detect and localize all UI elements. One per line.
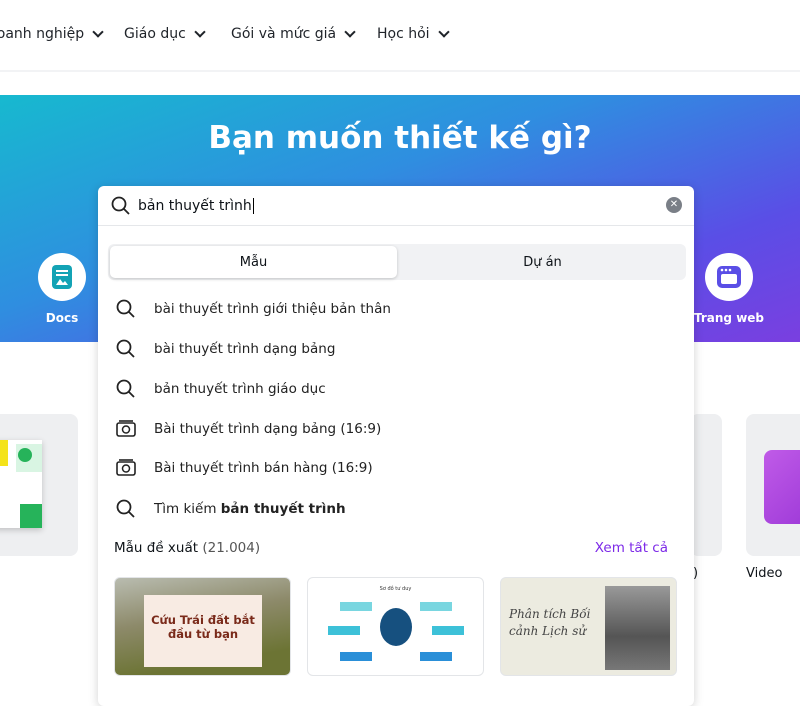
- clear-icon[interactable]: ✕: [666, 197, 682, 213]
- suggestion-text: Bài thuyết trình bán hàng (16:9): [154, 460, 373, 476]
- video-thumbnail: [764, 450, 800, 524]
- template-title: Sơ đồ tư duy: [379, 586, 412, 592]
- category-docs[interactable]: Docs: [27, 253, 97, 325]
- search-all-item[interactable]: Tìm kiếm bản thuyết trình: [114, 494, 674, 524]
- card-thumbnail: [0, 440, 42, 528]
- video-card[interactable]: [746, 414, 800, 556]
- design-card[interactable]: [0, 414, 78, 556]
- search-input[interactable]: bản thuyết trình: [98, 186, 694, 226]
- chevron-down-icon: [194, 26, 206, 38]
- category-label: Trang web: [694, 311, 765, 325]
- suggested-heading: Mẫu đề xuất (21.004): [114, 540, 260, 556]
- suggestion-item[interactable]: Bài thuyết trình dạng bảng (16:9): [114, 414, 674, 444]
- suggested-label: Mẫu đề xuất: [114, 540, 199, 556]
- category-label: Docs: [45, 311, 79, 325]
- page-title: Bạn muốn thiết kế gì?: [208, 120, 592, 156]
- search-dropdown: bản thuyết trình ✕ Mẫu Dự án bài thuyết …: [98, 186, 694, 706]
- chevron-down-icon: [344, 26, 356, 38]
- nav-learn[interactable]: Học hỏi: [377, 26, 450, 42]
- tab-templates[interactable]: Mẫu: [110, 246, 397, 278]
- search-tabs: Mẫu Dự án: [108, 244, 686, 280]
- nav-business[interactable]: Doanh nghiệp: [0, 26, 104, 42]
- chevron-down-icon: [437, 26, 450, 38]
- suggestion-item[interactable]: Bài thuyết trình bán hàng (16:9): [114, 453, 674, 483]
- search-icon: [111, 196, 130, 215]
- suggestion-text: bài thuyết trình giới thiệu bản thân: [154, 301, 391, 317]
- search-icon: [114, 378, 138, 400]
- chevron-down-icon: [92, 26, 104, 38]
- suggested-count: (21.004): [202, 540, 261, 556]
- template-thumbnail[interactable]: Phân tích Bối cảnh Lịch sử: [500, 577, 677, 676]
- website-icon: [705, 253, 753, 301]
- template-thumbnail[interactable]: Cứu Trái đất bắt đầu từ bạn: [114, 577, 291, 676]
- search-icon: [114, 298, 138, 320]
- nav-label: Gói và mức giá: [231, 26, 337, 42]
- search-icon: [116, 499, 135, 518]
- top-nav: Doanh nghiệp Giáo dục Gói và mức giá Học…: [0, 0, 800, 72]
- nav-label: Học hỏi: [377, 26, 430, 42]
- see-all-link[interactable]: Xem tất cả: [595, 540, 668, 556]
- suggestion-text: bản thuyết trình giáo dục: [154, 381, 326, 397]
- suggestion-item[interactable]: bài thuyết trình giới thiệu bản thân: [114, 294, 674, 324]
- presentation-icon: [114, 457, 138, 479]
- nav-pricing[interactable]: Gói và mức giá: [231, 26, 356, 42]
- search-value[interactable]: bản thuyết trình: [138, 197, 254, 214]
- docs-icon: [38, 253, 86, 301]
- design-card[interactable]: [690, 414, 722, 556]
- suggestion-text: Bài thuyết trình dạng bảng (16:9): [154, 421, 382, 437]
- nav-label: Doanh nghiệp: [0, 26, 85, 42]
- search-all-prefix: Tìm kiếm: [154, 501, 221, 517]
- tab-projects[interactable]: Dự án: [399, 244, 686, 280]
- category-website[interactable]: Trang web: [694, 253, 764, 325]
- nav-label: Giáo dục: [124, 26, 186, 42]
- nav-education[interactable]: Giáo dục: [124, 26, 206, 42]
- template-title: Phân tích Bối cảnh Lịch sử: [509, 607, 591, 638]
- card-label-video: Video: [746, 566, 783, 581]
- search-icon: [114, 338, 138, 360]
- template-title: Cứu Trái đất bắt đầu từ bạn: [144, 595, 262, 667]
- suggestion-text: bài thuyết trình dạng bảng: [154, 341, 336, 357]
- presentation-icon: [114, 418, 138, 440]
- suggestion-item[interactable]: bài thuyết trình dạng bảng: [114, 334, 674, 364]
- suggestion-item[interactable]: bản thuyết trình giáo dục: [114, 374, 674, 404]
- template-thumbnail[interactable]: Sơ đồ tư duy: [307, 577, 484, 676]
- search-all-query: bản thuyết trình: [220, 501, 346, 517]
